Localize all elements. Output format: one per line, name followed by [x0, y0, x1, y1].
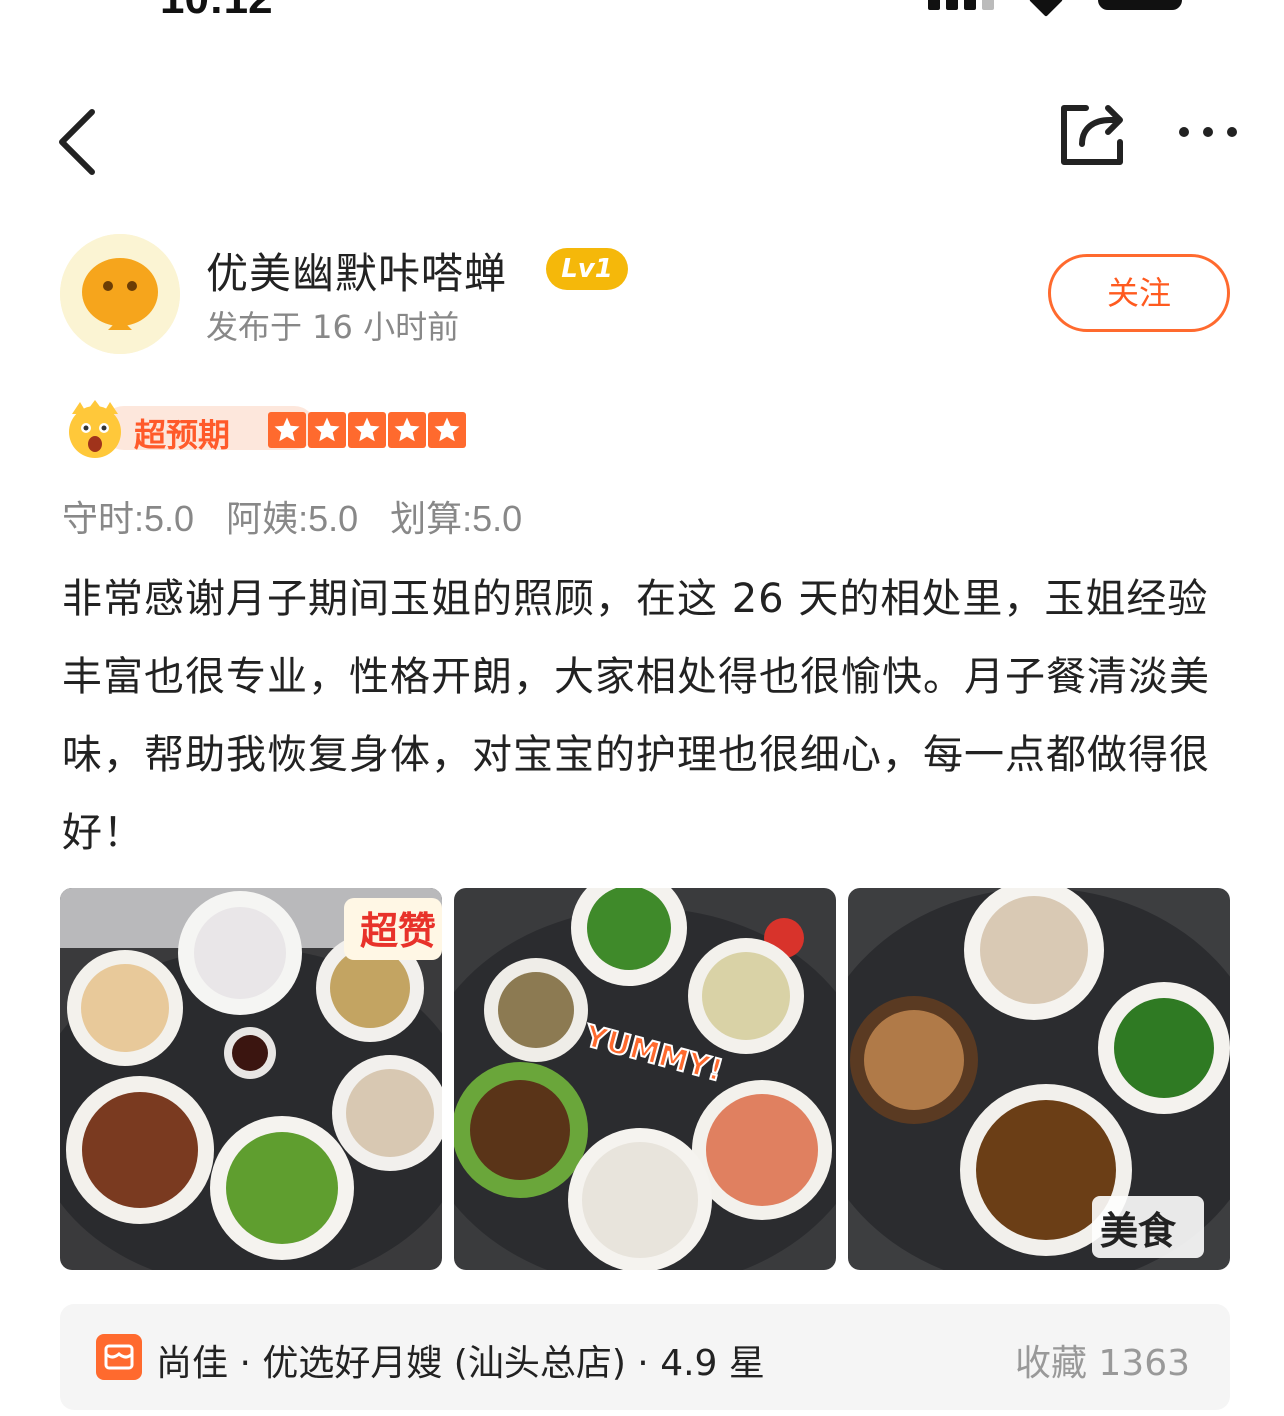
photo-1[interactable]: 超赞: [60, 888, 442, 1270]
share-icon: [1061, 105, 1123, 165]
chevron-left-icon: [59, 109, 95, 175]
follow-button[interactable]: 关注: [1048, 254, 1230, 332]
nav-bar: [0, 80, 1284, 190]
star-icon: [388, 412, 426, 448]
star-icon: [268, 412, 306, 448]
battery-icon: [1098, 0, 1182, 10]
shocked-face-icon: [69, 400, 121, 458]
food-photo-3: 美食: [848, 888, 1230, 1270]
back-button[interactable]: [48, 90, 118, 180]
star-icon: [348, 412, 386, 448]
more-dots-icon: [1179, 127, 1237, 137]
sub-rating-value: 划算:5.0: [390, 498, 523, 539]
store-collect-count: 收藏 1363: [1014, 1343, 1190, 1384]
store-name: 尚佳 · 优选好月嫂 (汕头总店) · 4.9 星: [156, 1343, 765, 1384]
review-text: 非常感谢月子期间玉姐的照顾，在这 26 天的相处里，玉姐经验丰富也很专业，性格开…: [62, 576, 1210, 856]
share-button[interactable]: [1052, 94, 1132, 174]
photo-gallery: 超赞 YUMMY! 美食: [60, 888, 1230, 1270]
sticker-super: 超赞: [360, 909, 436, 953]
status-time: 10:12: [160, 0, 273, 24]
sub-rating-nanny: 阿姨:5.0: [226, 498, 359, 539]
store-icon: [96, 1334, 142, 1380]
photo-2[interactable]: YUMMY!: [454, 888, 836, 1270]
food-photo-2: YUMMY!: [454, 888, 836, 1270]
avatar[interactable]: [60, 234, 180, 354]
expect-label: 超预期: [134, 416, 231, 454]
more-button[interactable]: [1172, 110, 1248, 154]
star-icon: [428, 412, 466, 448]
username[interactable]: 优美幽默咔嗒蝉: [206, 240, 507, 301]
photo-3[interactable]: 美食: [848, 888, 1230, 1270]
level-badge: Lv1: [546, 248, 628, 290]
star-rating: [268, 412, 466, 448]
status-bar: 10:12: [0, 0, 1284, 23]
sub-ratings: 守时:5.0 阿姨:5.0 划算:5.0: [62, 490, 522, 542]
sub-rating-punctual: 守时:5.0: [62, 498, 195, 539]
star-icon: [308, 412, 346, 448]
post-time: 发布于 16 小时前: [206, 308, 460, 346]
store-link[interactable]: 尚佳 · 优选好月嫂 (汕头总店) · 4.9 星 收藏 1363: [60, 1304, 1230, 1410]
signal-icon: [928, 0, 998, 10]
avatar-face-icon: [60, 234, 180, 354]
wifi-icon: [1029, 0, 1063, 17]
food-photo-1: 超赞: [60, 888, 442, 1270]
sticker-food: 美食: [1100, 1209, 1177, 1253]
